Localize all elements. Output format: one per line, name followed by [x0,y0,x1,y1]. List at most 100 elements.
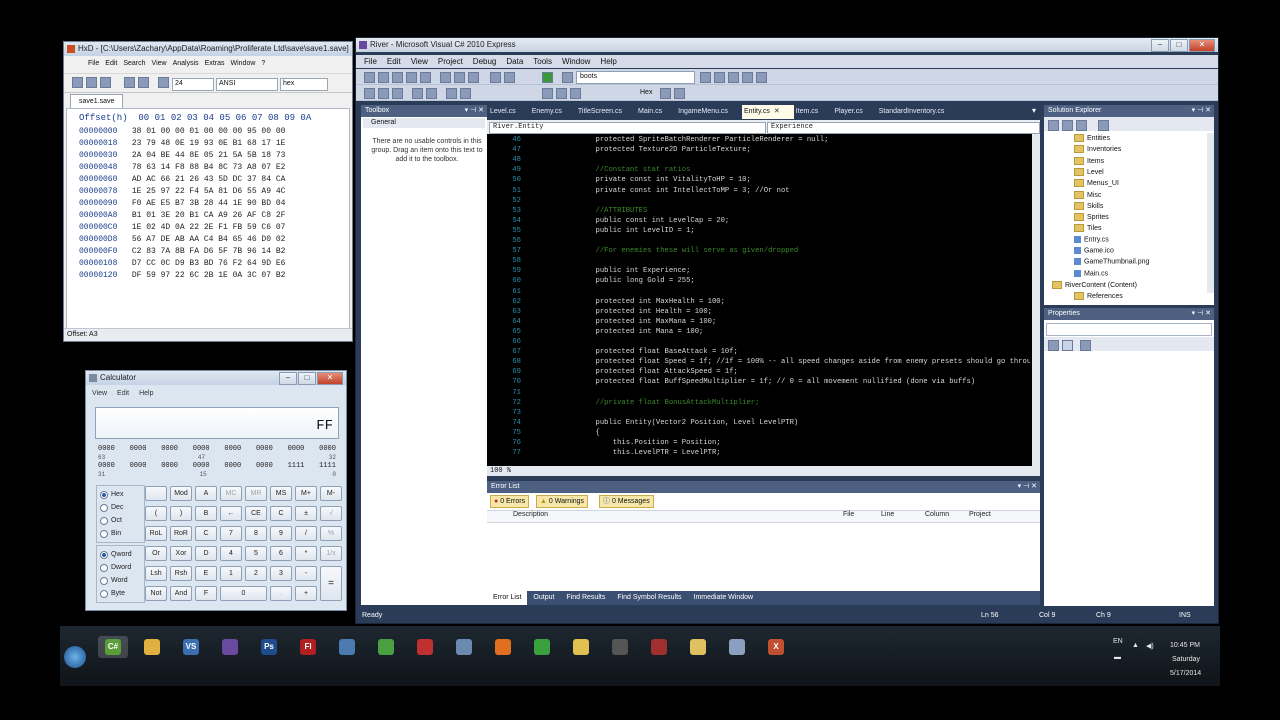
properties-view-icon[interactable] [1048,120,1059,131]
hex-row[interactable]: 00000120 DF 59 97 22 6C 2B 1E 0A 3C 07 B… [79,271,285,280]
vs-menu-window[interactable]: Window [562,55,590,68]
calc-key-/[interactable]: / [295,526,317,541]
zoom-level[interactable]: 100 % [490,467,511,475]
toolbox-close-icon[interactable]: ▾ ⊣ ✕ [465,105,484,117]
calc-key-0[interactable]: 0 [220,586,267,601]
calc-key-Lsh[interactable]: Lsh [145,566,167,581]
code-line[interactable]: 72 //private float BonusAttackMultiplier… [487,398,759,408]
solution-explorer-icon[interactable] [700,72,711,83]
hex-row-bytes[interactable]: D7 CC 0C D9 B3 BD 76 F2 64 9D E6 [132,259,286,268]
add-item-icon[interactable] [378,72,389,83]
hex-row[interactable]: 00000048 78 63 14 F8 88 B4 8C 73 A8 07 E… [79,163,285,172]
calc-key-1[interactable]: 1 [220,566,242,581]
calc-key-6[interactable]: 6 [270,546,292,561]
code-line[interactable]: 71 [487,388,561,398]
calc-key-And[interactable]: And [170,586,192,601]
type-dropdown[interactable]: River.Entity [489,122,766,134]
toolbox-section-general[interactable]: General [363,118,485,128]
hex-row-bytes[interactable]: DF 59 97 22 6C 2B 1E 0A 3C 07 B2 [132,271,286,280]
hex-row-bytes[interactable]: C2 83 7A 8B FA D6 5F 7B 96 14 B2 [132,247,286,256]
code-line[interactable]: 63 protected int Health = 100; [487,307,712,317]
solution-explorer-scrollbar[interactable] [1207,133,1214,293]
radio-oct[interactable]: Oct [100,514,144,527]
radio-bin[interactable]: Bin [100,527,144,540]
calc-key-%[interactable]: % [320,526,342,541]
tab-immediate-window[interactable]: Immediate Window [688,591,760,605]
offset-base-select[interactable]: hex [280,78,328,91]
calc-key--[interactable]: - [295,566,317,581]
property-pages-icon[interactable] [1080,340,1091,351]
code-line[interactable]: 68 protected float Speed = 1f; //1f = 10… [487,357,1030,367]
toolbox-icon[interactable] [728,72,739,83]
radio-qword[interactable]: Qword [100,548,144,561]
calc-key-2[interactable]: 2 [245,566,267,581]
calc-key-.[interactable]: . [270,586,292,601]
code-line[interactable]: 49 //Constant stat ratios [487,165,690,175]
solution-item[interactable]: Game.ico [1074,247,1114,254]
vs-menu-debug[interactable]: Debug [473,55,497,68]
taskbar-app-csharp-express[interactable]: C# [98,636,128,658]
paste-icon[interactable] [468,72,479,83]
new-project-icon[interactable] [364,72,375,83]
hxd-menu-5[interactable]: Extras [205,60,225,71]
hex-row[interactable]: 00000090 F0 AE E5 B7 3B 28 44 1E 90 BD 0… [79,199,285,208]
hxd-menu-1[interactable]: Edit [105,60,117,71]
tab-entity[interactable]: Entity.cs ✕ [741,105,794,119]
taskbar-app-paint-splash[interactable] [410,636,440,658]
column-project[interactable]: Project [969,511,991,518]
calc-key-3[interactable]: 3 [270,566,292,581]
hex-row-bytes[interactable]: B1 01 3E 20 B1 CA A9 26 AF C8 2F [132,211,286,220]
code-line[interactable]: 76 this.Position = Position; [487,438,720,448]
code-line[interactable]: 77 this.LevelPTR = LevelPTR; [487,448,720,458]
categorized-icon[interactable] [1048,340,1059,351]
code-line[interactable]: 51 private const int IntellectToMP = 3; … [487,186,789,196]
breakpoint-icon[interactable] [660,88,671,99]
vs-close-button[interactable]: ✕ [1189,39,1215,52]
tab-error-list[interactable]: Error List [487,591,528,605]
calc-key-5[interactable]: 5 [245,546,267,561]
calc-key-)[interactable]: ) [170,506,192,521]
hex-row-bytes[interactable]: 23 79 48 0E 19 93 0E B1 68 17 1E [132,139,286,148]
editor-horizontal-scrollbar[interactable]: 100 % [487,466,1040,476]
calc-key-4[interactable]: 4 [220,546,242,561]
calc-key-blank[interactable] [145,486,167,501]
radio-dec[interactable]: Dec [100,501,144,514]
save-all-icon[interactable] [420,72,431,83]
code-editor[interactable]: River.Entity Experience 46 protected Spr… [487,120,1040,476]
code-line[interactable]: 75 { [487,428,599,438]
column-file[interactable]: File [843,511,854,518]
taskbar-app-visual-studio[interactable] [215,636,245,658]
hex-editor-area[interactable]: Offset(h) 00 01 02 03 04 05 06 07 08 09 … [66,108,350,330]
hex-row[interactable]: 00000078 1E 25 97 22 F4 5A 81 D6 55 A9 4… [79,187,285,196]
code-line[interactable]: 60 public long Gold = 255; [487,276,694,286]
tab-titlescreen[interactable]: TitleScreen.cs [576,105,636,119]
code-line[interactable]: 66 [487,337,561,347]
indent-icon[interactable] [378,88,389,99]
tab-level[interactable]: Level.cs [488,105,530,119]
vs-titlebar[interactable]: River - Microsoft Visual C# 2010 Express… [356,38,1218,52]
undo-icon[interactable] [490,72,501,83]
calc-key-Rsh[interactable]: Rsh [170,566,192,581]
code-line[interactable]: 74 public Entity(Vector2 Position, Level… [487,418,798,428]
tab-enemy[interactable]: Enemy.cs [530,105,576,119]
taskbar-app-folder-app[interactable] [566,636,596,658]
hxd-titlebar[interactable]: HxD - [C:\Users\Zachary\AppData\Roaming\… [64,42,352,56]
calc-menu-2[interactable]: Help [139,390,153,397]
calc-key-Not[interactable]: Not [145,586,167,601]
hxd-menu-4[interactable]: Analysis [173,60,199,71]
taskbar-app-notepad[interactable] [722,636,752,658]
tab-player[interactable]: Player.cs [832,105,876,119]
radio-dword[interactable]: Dword [100,561,144,574]
code-line[interactable]: 54 public const int LevelCap = 20; [487,216,729,226]
taskbar-app-photoshop[interactable]: Ps [254,636,284,658]
taskbar-app-vs-icon[interactable]: VS [176,636,206,658]
hex-row-bytes[interactable]: 78 63 14 F8 88 B4 8C 73 A8 07 E2 [132,163,286,172]
bytes-per-row-select[interactable]: 24 [172,78,214,91]
radio-byte[interactable]: Byte [100,587,144,600]
solution-item[interactable]: Skills [1074,201,1103,210]
calc-key-Or[interactable]: Or [145,546,167,561]
tab-close-icon[interactable]: ✕ [774,108,780,115]
radio-word[interactable]: Word [100,574,144,587]
code-line[interactable]: 47 protected Texture2D ParticleTexture; [487,145,750,155]
column-column[interactable]: Column [925,511,949,518]
